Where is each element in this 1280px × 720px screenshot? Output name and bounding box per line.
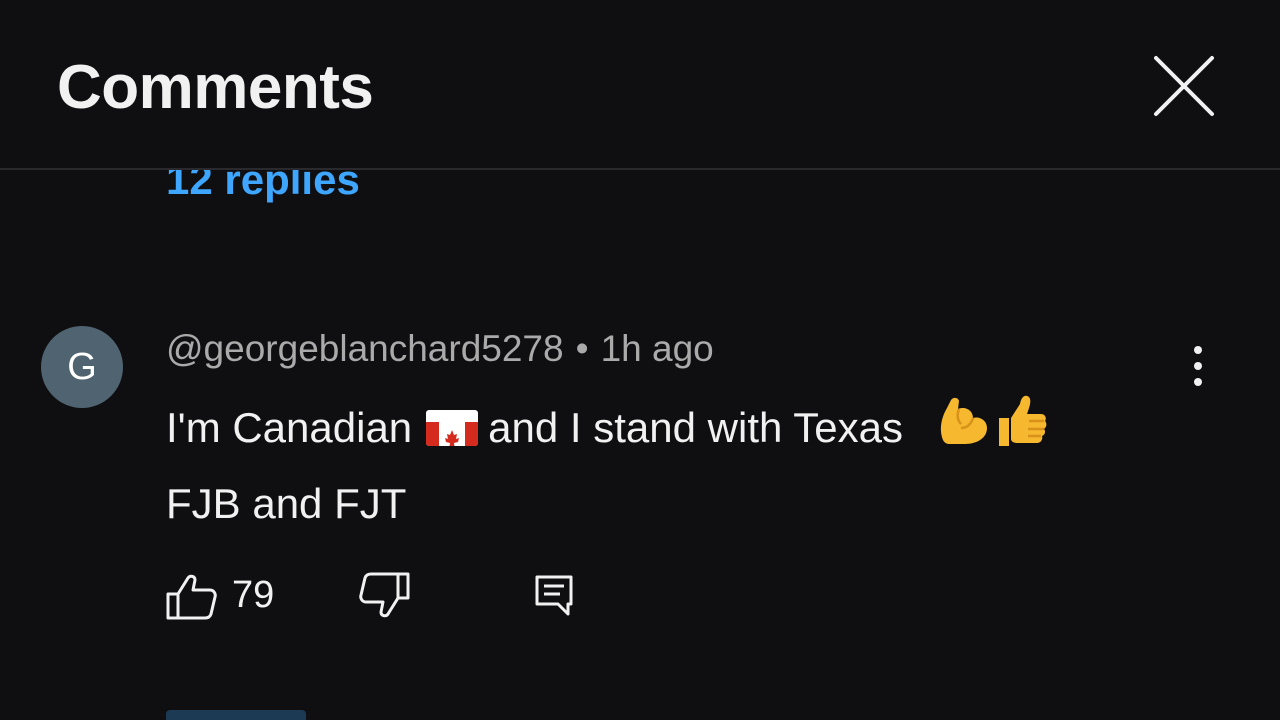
- more-options-button[interactable]: [1180, 344, 1216, 388]
- comment-text: I'm Canadian and I stand with Texas FJB an…: [166, 392, 1226, 538]
- comment-text-part1: I'm Canadian: [166, 404, 413, 452]
- close-button[interactable]: [1150, 52, 1218, 120]
- like-count: 79: [232, 574, 275, 616]
- meta-separator: •: [575, 328, 589, 369]
- flexed-biceps-emoji: [935, 394, 993, 468]
- avatar[interactable]: G: [41, 326, 123, 408]
- comment-reply-icon: [535, 575, 573, 616]
- next-replies-link-peek: [166, 710, 306, 720]
- thumbs-up-emoji: [993, 392, 1049, 470]
- comments-panel: Comments 12 replies G @georgeblanchard52…: [0, 0, 1280, 720]
- thumbs-up-icon: [166, 574, 217, 620]
- avatar-letter: G: [67, 345, 97, 388]
- comment-author[interactable]: @georgeblanchard5278: [166, 328, 564, 369]
- thumbs-down-icon: [359, 572, 410, 618]
- more-vert-icon: [1194, 346, 1202, 386]
- comment-time: 1h ago: [600, 328, 714, 369]
- page-title: Comments: [57, 53, 374, 122]
- comments-list[interactable]: 12 replies G @georgeblanchard5278 • 1h ago…: [0, 170, 1280, 720]
- view-replies-link[interactable]: 12 replies: [166, 170, 360, 204]
- dislike-button[interactable]: [358, 572, 410, 618]
- close-icon: [1154, 56, 1214, 116]
- comment-text-line2: FJB and FJT: [166, 480, 407, 527]
- comment-text-part2: and I stand with Texas: [488, 404, 903, 452]
- comment-meta: @georgeblanchard5278 • 1h ago: [166, 328, 714, 370]
- like-button[interactable]: [166, 574, 218, 620]
- reply-button[interactable]: [534, 574, 574, 616]
- canada-flag-icon: [426, 410, 479, 447]
- comments-header: Comments: [0, 0, 1280, 168]
